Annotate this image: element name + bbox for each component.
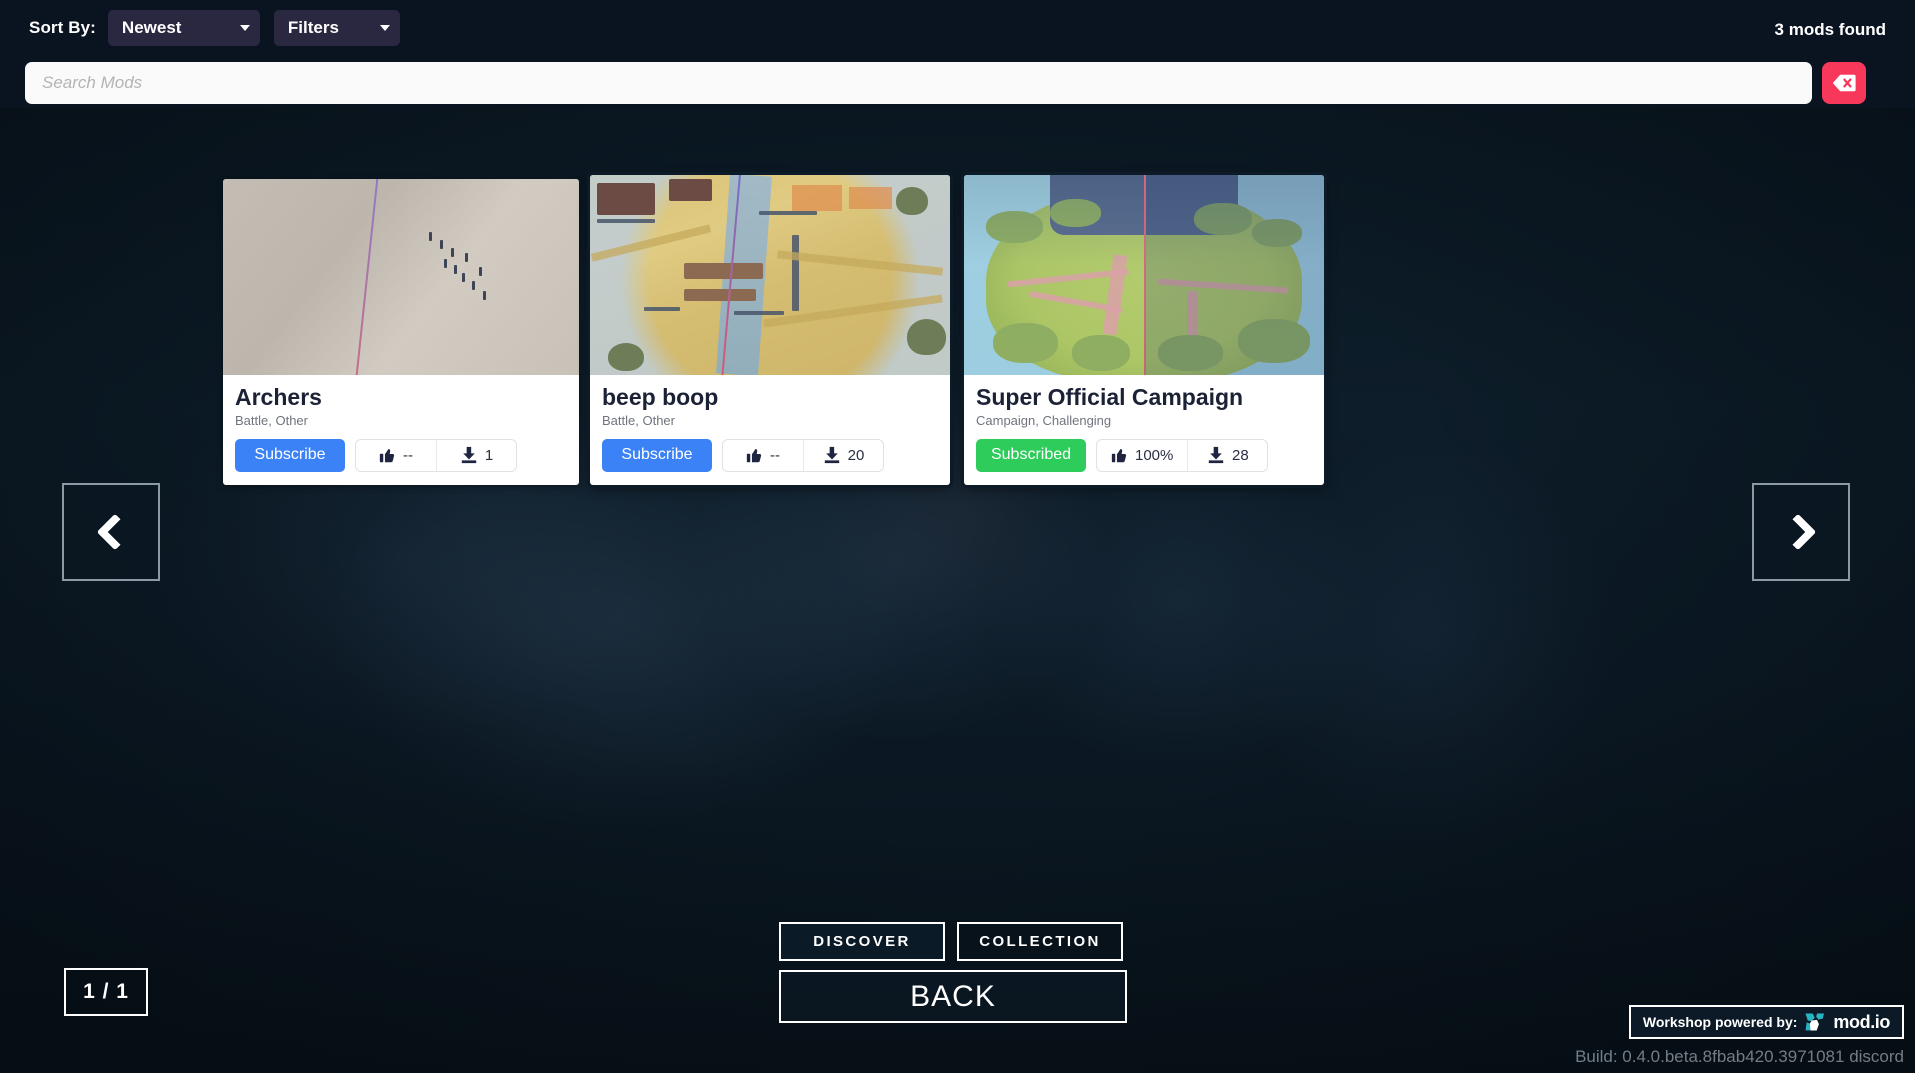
mod-thumbnail (590, 175, 950, 375)
backspace-icon (1832, 74, 1856, 91)
results-count: 3 mods found (1774, 20, 1886, 39)
filters-label: Filters (287, 18, 339, 37)
mod-title: beep boop (602, 384, 719, 410)
tab-row: DISCOVER COLLECTION (779, 922, 1127, 961)
mod-tags: Battle, Other (602, 412, 675, 428)
mod-downloads-value: 1 (484, 446, 494, 464)
mod-downloads-stat[interactable]: 28 (1187, 439, 1267, 471)
subscribe-button[interactable]: Subscribe (235, 438, 345, 472)
filters-dropdown[interactable]: Filters (273, 10, 400, 46)
mod-downloads-value: 28 (1232, 446, 1249, 464)
download-icon (1208, 447, 1224, 464)
sort-by-value: Newest (121, 18, 182, 37)
thumbs-up-icon (746, 448, 762, 463)
mod-thumbnail (964, 175, 1324, 375)
chevron-down-icon (379, 25, 390, 31)
mod-stats: -- 20 (722, 438, 884, 472)
mod-browser-screen: Sort By: Newest Filters 3 mods found Sea… (0, 0, 1915, 1073)
chevron-right-icon (1779, 513, 1816, 551)
mod-downloads-value: 20 (847, 446, 865, 464)
subscribe-button[interactable]: Subscribe (602, 438, 712, 472)
search-input[interactable] (25, 61, 1812, 104)
mod-card-actions: Subscribe -- (602, 438, 938, 472)
previous-page-button[interactable] (62, 483, 160, 581)
toolbar-row: Sort By: Newest Filters 3 mods found (0, 0, 1915, 56)
chevron-left-icon (96, 513, 133, 551)
tab-discover[interactable]: DISCOVER (779, 922, 945, 961)
mod-downloads-stat[interactable]: 1 (436, 439, 516, 471)
mod-stats: 100% 28 (1096, 438, 1269, 472)
next-page-button[interactable] (1752, 483, 1850, 581)
mod-title: Super Official Campaign (976, 384, 1244, 410)
mod-card-list: Archers Battle, Other Subscribe -- 1 bee… (223, 175, 1337, 485)
mod-card[interactable]: beep boop Battle, Other Subscribe -- 20 (590, 175, 950, 485)
powered-by-label: Workshop powered by: (1642, 1014, 1798, 1030)
mod-title: Archers (235, 384, 322, 410)
modio-logo-icon (1805, 1013, 1825, 1031)
mod-stats: -- 1 (355, 438, 517, 472)
sort-by-label: Sort By: (29, 18, 96, 37)
build-version-label: Build: 0.4.0.beta.8fbab420.3971081 disco… (1575, 1047, 1904, 1066)
sort-by-dropdown[interactable]: Newest (107, 10, 260, 46)
mod-rating-value: 100% (1135, 446, 1174, 464)
page-indicator: 1 / 1 (64, 968, 148, 1016)
mod-card-actions: Subscribe -- (235, 438, 567, 472)
mod-thumbnail (223, 179, 579, 375)
mod-card-body: Super Official Campaign Campaign, Challe… (964, 375, 1324, 485)
thumbs-up-icon (379, 448, 395, 463)
mod-downloads-stat[interactable]: 20 (803, 439, 883, 471)
mod-card-body: Archers Battle, Other Subscribe -- 1 (223, 375, 579, 485)
mod-card[interactable]: Archers Battle, Other Subscribe -- 1 (223, 179, 579, 485)
mod-card[interactable]: Super Official Campaign Campaign, Challe… (964, 175, 1324, 485)
download-icon (824, 447, 839, 464)
mod-tags: Campaign, Challenging (976, 412, 1112, 428)
tab-collection[interactable]: COLLECTION (957, 922, 1123, 961)
bottom-navigation: DISCOVER COLLECTION BACK (779, 922, 1127, 1023)
mod-rating-stat[interactable]: -- (723, 440, 803, 471)
thumbs-up-icon (1111, 448, 1127, 463)
mod-card-actions: Subscribed 100% 28 (976, 438, 1312, 472)
mod-rating-value: -- (770, 446, 780, 464)
modio-brand-label: mod.io (1833, 1011, 1890, 1032)
mod-tags: Battle, Other (235, 412, 308, 428)
download-icon (461, 447, 477, 464)
powered-by-badge[interactable]: Workshop powered by: mod.io (1628, 1005, 1904, 1039)
subscribe-button[interactable]: Subscribed (976, 438, 1086, 472)
chevron-down-icon (239, 25, 250, 31)
mod-rating-value: -- (403, 446, 413, 464)
mod-rating-stat[interactable]: -- (356, 440, 436, 471)
mod-card-body: beep boop Battle, Other Subscribe -- 20 (590, 375, 950, 485)
back-button[interactable]: BACK (779, 970, 1127, 1023)
search-row (0, 57, 1915, 108)
clear-search-button[interactable] (1822, 61, 1866, 104)
background-vignette (0, 0, 1915, 1073)
mod-rating-stat[interactable]: 100% (1097, 440, 1187, 471)
top-toolbar: Sort By: Newest Filters 3 mods found (0, 0, 1915, 108)
